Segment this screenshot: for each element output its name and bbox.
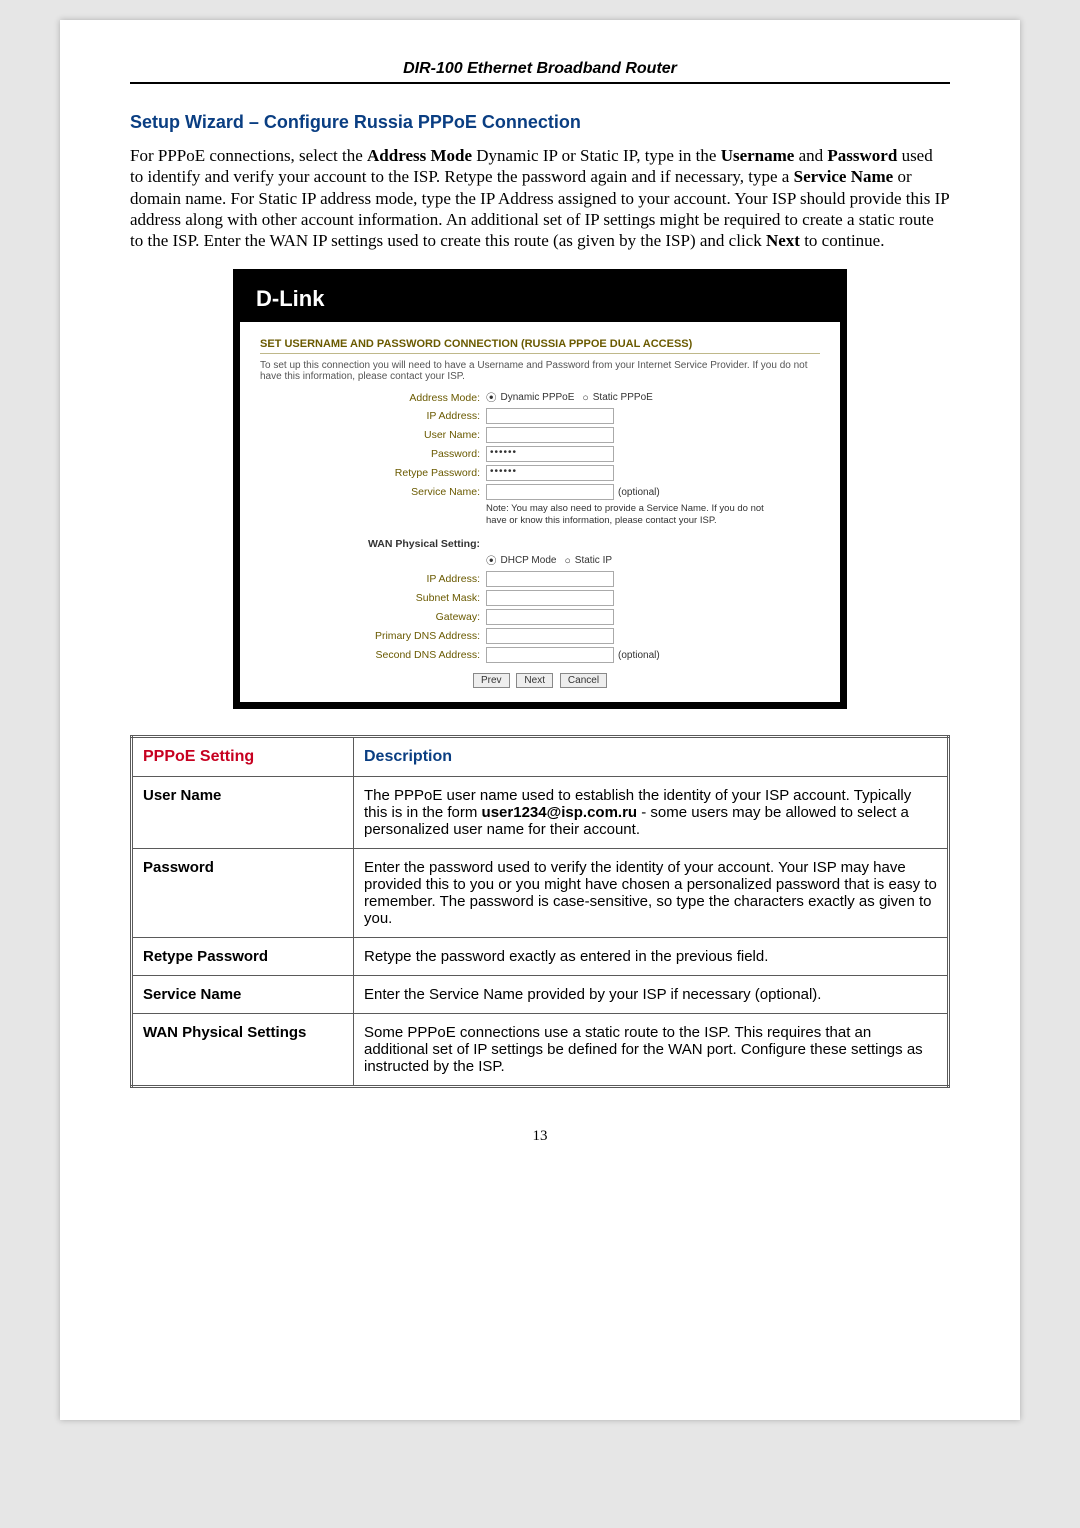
col-header-setting: PPPoE Setting: [132, 737, 354, 777]
setting-name: User Name: [132, 777, 354, 849]
page-number: 13: [130, 1128, 950, 1145]
page: DIR-100 Ethernet Broadband Router Setup …: [60, 20, 1020, 1420]
bold-example: user1234@isp.com.ru: [482, 804, 638, 821]
intro-paragraph: For PPPoE connections, select the Addres…: [130, 145, 950, 251]
option-dhcp: DHCP Mode: [501, 555, 557, 566]
label-wan-ip: IP Address:: [260, 573, 486, 585]
setting-name: Service Name: [132, 976, 354, 1014]
label-sdns: Second DNS Address:: [260, 649, 486, 661]
label-subnet: Subnet Mask:: [260, 592, 486, 604]
input-retype[interactable]: ••••••: [486, 465, 614, 481]
radio-static-pppoe[interactable]: ○: [582, 392, 588, 404]
setting-name: Password: [132, 849, 354, 938]
doc-header: DIR-100 Ethernet Broadband Router: [130, 60, 950, 84]
text: to continue.: [804, 231, 884, 250]
screenshot-frame: D-Link SET USERNAME AND PASSWORD CONNECT…: [233, 269, 847, 709]
panel-title: SET USERNAME AND PASSWORD CONNECTION (RU…: [260, 338, 820, 354]
option-dynamic: Dynamic PPPoE: [501, 392, 575, 403]
setting-desc: Enter the password used to verify the id…: [354, 849, 949, 938]
input-gateway[interactable]: [486, 609, 614, 625]
option-static: Static PPPoE: [593, 392, 653, 403]
label-password: Password:: [260, 448, 486, 460]
bold-address-mode: Address Mode: [367, 146, 472, 165]
text: and: [799, 146, 828, 165]
setting-name: Retype Password: [132, 938, 354, 976]
table-row: Service Name Enter the Service Name prov…: [132, 976, 949, 1014]
radio-dynamic-pppoe[interactable]: ⦿: [486, 390, 497, 405]
bold-service-name: Service Name: [794, 167, 894, 186]
brand-bar: D-Link: [240, 276, 840, 322]
label-retype: Retype Password:: [260, 467, 486, 479]
table-row: Retype Password Retype the password exac…: [132, 938, 949, 976]
option-staticip: Static IP: [575, 555, 612, 566]
optional-hint: (optional): [618, 487, 660, 498]
wizard-panel: SET USERNAME AND PASSWORD CONNECTION (RU…: [240, 322, 840, 702]
text: Dynamic IP or Static IP, type in the: [476, 146, 720, 165]
radio-static-ip[interactable]: ○: [564, 555, 570, 567]
label-gateway: Gateway:: [260, 611, 486, 623]
section-title: Setup Wizard – Configure Russia PPPoE Co…: [130, 112, 950, 133]
input-wan-ip[interactable]: [486, 571, 614, 587]
input-subnet[interactable]: [486, 590, 614, 606]
table-row: User Name The PPPoE user name used to es…: [132, 777, 949, 849]
setting-name: WAN Physical Settings: [132, 1014, 354, 1087]
input-password[interactable]: ••••••: [486, 446, 614, 462]
input-service[interactable]: [486, 484, 614, 500]
settings-table: PPPoE Setting Description User Name The …: [130, 735, 950, 1088]
bold-next: Next: [766, 231, 800, 250]
optional-hint2: (optional): [618, 650, 660, 661]
radio-dhcp-mode[interactable]: ⦿: [486, 553, 497, 568]
label-user: User Name:: [260, 429, 486, 441]
setting-desc: Some PPPoE connections use a static rout…: [354, 1014, 949, 1087]
cancel-button[interactable]: Cancel: [560, 673, 607, 688]
service-note: Note: You may also need to provide a Ser…: [486, 503, 786, 526]
bold-password: Password: [827, 146, 897, 165]
setting-desc: Retype the password exactly as entered i…: [354, 938, 949, 976]
text: For PPPoE connections, select the: [130, 146, 367, 165]
setting-desc: The PPPoE user name used to establish th…: [354, 777, 949, 849]
prev-button[interactable]: Prev: [473, 673, 510, 688]
wan-section-label: WAN Physical Setting:: [260, 538, 486, 550]
input-pdns[interactable]: [486, 628, 614, 644]
input-ip[interactable]: [486, 408, 614, 424]
label-pdns: Primary DNS Address:: [260, 630, 486, 642]
table-row: Password Enter the password used to veri…: [132, 849, 949, 938]
input-sdns[interactable]: [486, 647, 614, 663]
panel-note: To set up this connection you will need …: [260, 360, 820, 382]
label-service: Service Name:: [260, 486, 486, 498]
screenshot: D-Link SET USERNAME AND PASSWORD CONNECT…: [130, 269, 950, 709]
bold-username: Username: [721, 146, 795, 165]
next-button[interactable]: Next: [516, 673, 553, 688]
col-header-description: Description: [354, 737, 949, 777]
label-ip: IP Address:: [260, 410, 486, 422]
table-row: WAN Physical Settings Some PPPoE connect…: [132, 1014, 949, 1087]
input-user[interactable]: [486, 427, 614, 443]
setting-desc: Enter the Service Name provided by your …: [354, 976, 949, 1014]
label-address-mode: Address Mode:: [260, 392, 486, 404]
